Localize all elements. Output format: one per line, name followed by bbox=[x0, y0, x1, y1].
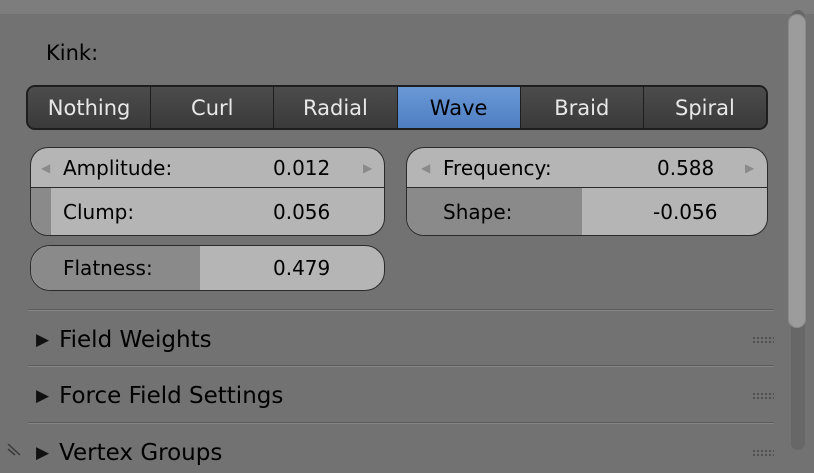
frequency-value: 0.588 bbox=[657, 155, 715, 180]
expand-triangle-icon: ▶ bbox=[36, 443, 50, 463]
kink-option-spiral[interactable]: Spiral bbox=[643, 87, 766, 128]
frequency-label: Frequency: bbox=[443, 155, 552, 180]
amplitude-field[interactable]: ◀ Amplitude: 0.012 ▶ bbox=[30, 147, 385, 187]
frequency-field[interactable]: ◀ Frequency: 0.588 ▶ bbox=[406, 147, 768, 187]
kink-option-nothing[interactable]: Nothing bbox=[28, 87, 152, 128]
clump-value: 0.056 bbox=[273, 199, 331, 224]
kink-selector: Nothing Curl Radial Wave Braid Spiral bbox=[26, 85, 768, 130]
clump-label: Clump: bbox=[63, 199, 135, 224]
section-label: Force Field Settings bbox=[59, 383, 284, 409]
shape-value: -0.056 bbox=[653, 199, 718, 224]
section-field-weights[interactable]: ▶ Field Weights bbox=[36, 320, 774, 360]
section-label: Vertex Groups bbox=[59, 440, 223, 466]
kink-option-curl[interactable]: Curl bbox=[151, 87, 275, 128]
decrement-arrow-icon[interactable]: ◀ bbox=[41, 161, 50, 175]
expand-triangle-icon: ▶ bbox=[36, 330, 50, 350]
section-divider bbox=[28, 365, 774, 367]
drag-grip-icon[interactable] bbox=[752, 336, 774, 344]
amplitude-label: Amplitude: bbox=[63, 155, 173, 180]
shape-field[interactable]: Shape: -0.056 bbox=[406, 187, 768, 236]
flatness-field[interactable]: Flatness: 0.479 bbox=[30, 245, 385, 291]
section-force-field-settings[interactable]: ▶ Force Field Settings bbox=[36, 376, 774, 416]
drag-grip-icon[interactable] bbox=[752, 392, 774, 400]
kink-option-braid[interactable]: Braid bbox=[520, 87, 644, 128]
flatness-label: Flatness: bbox=[63, 256, 153, 280]
panel-scrollbar[interactable] bbox=[785, 0, 807, 457]
section-label: Field Weights bbox=[59, 327, 212, 353]
decrement-arrow-icon[interactable]: ◀ bbox=[421, 161, 430, 175]
shape-label: Shape: bbox=[443, 199, 513, 224]
amplitude-value: 0.012 bbox=[273, 155, 331, 180]
kink-option-radial[interactable]: Radial bbox=[274, 87, 398, 128]
drag-grip-icon[interactable] bbox=[752, 449, 774, 457]
section-divider bbox=[28, 422, 774, 424]
clump-slider-fill bbox=[31, 188, 51, 235]
clump-field[interactable]: Clump: 0.056 bbox=[30, 187, 385, 236]
section-vertex-groups[interactable]: ▶ Vertex Groups bbox=[36, 433, 774, 473]
panel-top-strip bbox=[0, 0, 814, 14]
kink-option-wave[interactable]: Wave bbox=[397, 87, 521, 128]
resize-corner-icon[interactable] bbox=[6, 442, 24, 456]
kink-label: Kink: bbox=[46, 41, 99, 65]
scrollbar-thumb[interactable] bbox=[788, 14, 806, 328]
section-divider bbox=[28, 309, 774, 311]
increment-arrow-icon[interactable]: ▶ bbox=[745, 161, 754, 175]
flatness-value: 0.479 bbox=[273, 256, 331, 280]
increment-arrow-icon[interactable]: ▶ bbox=[363, 161, 372, 175]
expand-triangle-icon: ▶ bbox=[36, 386, 50, 406]
